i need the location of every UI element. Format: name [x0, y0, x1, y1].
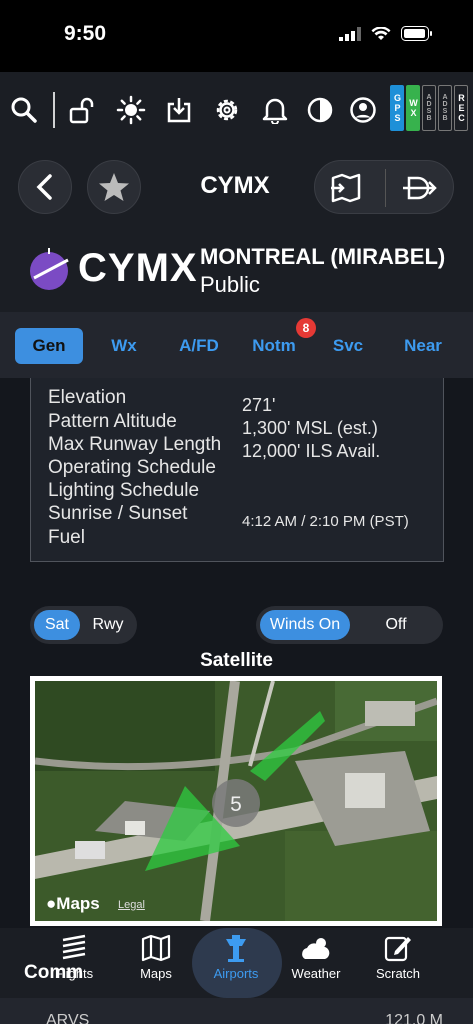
- airport-tabs: Gen Wx A/FD Notm Svc Near: [0, 312, 473, 378]
- rwy-option[interactable]: Rwy: [84, 610, 132, 640]
- map-actions-pill: [314, 160, 454, 214]
- tab-weather[interactable]: Weather: [276, 934, 356, 994]
- tab-scratch[interactable]: Scratch: [358, 934, 438, 994]
- info-value-sunrise-sunset: 4:12 AM / 2:10 PM (PST): [242, 513, 409, 530]
- direct-to-icon[interactable]: [401, 173, 439, 208]
- winds-off-option[interactable]: Off: [356, 610, 436, 640]
- sat-option[interactable]: Sat: [34, 610, 80, 640]
- account-icon[interactable]: [347, 94, 379, 126]
- tab-weather-label: Weather: [291, 966, 341, 981]
- legal-link[interactable]: Legal: [118, 899, 145, 911]
- map-icon: [141, 934, 171, 962]
- flights-icon: [62, 934, 86, 960]
- airport-type: Public: [200, 272, 260, 297]
- satellite-map[interactable]: 5: [30, 676, 442, 926]
- info-value-max-runway: 12,000' ILS Avail.: [242, 441, 381, 461]
- adsb-badge-2: ADSB: [438, 85, 452, 131]
- tab-wx[interactable]: Wx: [100, 328, 148, 364]
- notam-count-badge: 8: [296, 318, 316, 338]
- airport-header: CYMX MONTREAL (MIRABEL) Public: [0, 224, 473, 312]
- map-title: Satellite: [200, 650, 273, 671]
- status-bar: 9:50: [0, 0, 473, 72]
- chevron-left-icon: [36, 174, 52, 200]
- download-icon[interactable]: [163, 94, 195, 126]
- contrast-icon[interactable]: [304, 94, 336, 126]
- tower-icon: [226, 935, 246, 962]
- airport-logo-icon: [30, 248, 69, 290]
- scratch-icon: [384, 936, 411, 962]
- tab-scratch-label: Scratch: [375, 966, 421, 981]
- comm-first-row: ARVS 121.0 M: [0, 998, 473, 1024]
- nav-title: CYMX: [200, 172, 270, 199]
- back-button[interactable]: [18, 160, 72, 214]
- apple-maps-attribution: ●Maps: [46, 894, 100, 913]
- status-icons: [339, 26, 433, 41]
- tab-svc[interactable]: Svc: [324, 328, 372, 364]
- show-on-map-icon[interactable]: [329, 173, 363, 208]
- favorite-button[interactable]: [87, 160, 141, 214]
- star-icon: [99, 173, 129, 201]
- rec-badge: REC: [454, 85, 468, 131]
- info-label-elevation: Elevation: [48, 387, 127, 408]
- tab-near[interactable]: Near: [398, 328, 448, 364]
- tab-maps[interactable]: Maps: [116, 934, 196, 994]
- navigation-row: CYMX: [0, 152, 473, 224]
- pill-divider: [385, 169, 386, 207]
- airport-info-box: Elevation 271' Pattern Altitude 1,300' M…: [30, 378, 444, 562]
- status-time: 9:50: [64, 22, 107, 45]
- tab-airports[interactable]: Airports: [196, 934, 276, 994]
- unlock-icon[interactable]: [66, 94, 98, 126]
- cellular-signal-icon: [339, 26, 361, 41]
- brightness-icon[interactable]: [115, 94, 147, 126]
- wx-badge: WX: [406, 85, 420, 131]
- winds-toggle: Winds On Off: [256, 606, 443, 644]
- info-label-fuel: Fuel: [48, 527, 85, 548]
- airport-code: CYMX: [78, 246, 198, 290]
- search-icon[interactable]: [8, 94, 40, 126]
- comm-row-value: 121.0 M: [385, 1012, 443, 1024]
- satellite-image: 5: [35, 681, 437, 921]
- airport-name: MONTREAL (MIRABEL): [200, 244, 446, 269]
- winds-on-option[interactable]: Winds On: [260, 610, 350, 640]
- tab-afd[interactable]: A/FD: [170, 328, 228, 364]
- tab-notm[interactable]: Notm: [246, 328, 302, 364]
- wifi-icon: [371, 26, 391, 40]
- tab-maps-label: Maps: [140, 966, 172, 981]
- info-label-sunrise-sunset: Sunrise / Sunset: [48, 503, 188, 524]
- gps-badge: GPS: [390, 85, 404, 131]
- comm-row-label: ARVS: [46, 1012, 90, 1024]
- general-info-panel: Elevation 271' Pattern Altitude 1,300' M…: [0, 378, 473, 998]
- apple-logo-icon: ●: [46, 894, 57, 913]
- info-label-pattern-altitude: Pattern Altitude: [48, 411, 177, 432]
- weather-icon: [302, 938, 330, 959]
- bell-icon[interactable]: [259, 94, 291, 126]
- tab-airports-label: Airports: [213, 966, 259, 981]
- info-label-operating-schedule: Operating Schedule: [48, 457, 216, 478]
- comm-section-title: Comm: [24, 962, 84, 983]
- info-label-max-runway: Max Runway Length: [48, 434, 222, 455]
- tab-gen[interactable]: Gen: [15, 328, 83, 364]
- info-value-elevation: 271': [242, 395, 276, 415]
- device-status-badges[interactable]: GPS WX ADSB ADSB REC: [390, 85, 468, 131]
- battery-icon: [401, 26, 432, 41]
- toolbar-divider: [53, 92, 55, 128]
- info-label-lighting-schedule: Lighting Schedule: [48, 480, 200, 501]
- info-value-pattern-altitude: 1,300' MSL (est.): [242, 418, 378, 438]
- settings-gear-icon[interactable]: [211, 94, 243, 126]
- adsb-badge-1: ADSB: [422, 85, 436, 131]
- map-type-toggle: Sat Rwy: [30, 606, 137, 644]
- wind-marker-label: 5: [230, 793, 242, 816]
